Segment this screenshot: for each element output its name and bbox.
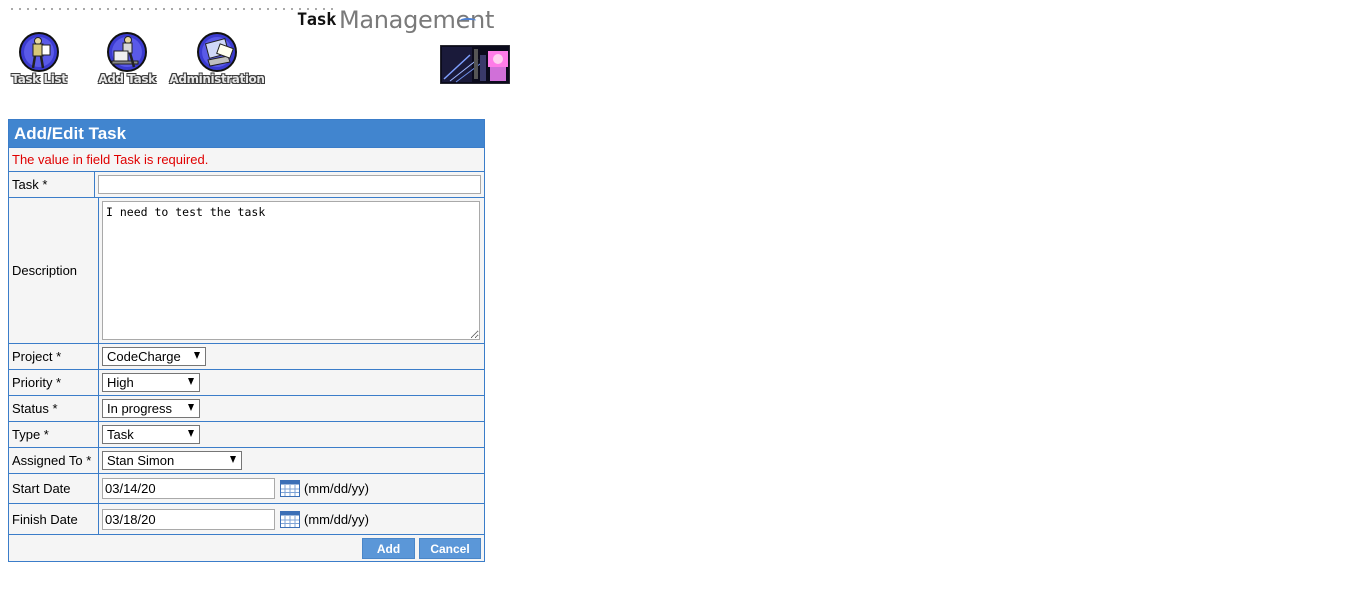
priority-selected: High bbox=[107, 375, 134, 390]
start-date-row: Start Date (mm/dd/yy) bbox=[9, 473, 484, 503]
start-date-input[interactable] bbox=[102, 478, 275, 499]
priority-select[interactable]: High bbox=[102, 373, 200, 392]
form-actions: Add Cancel bbox=[9, 534, 484, 561]
dropdown-arrow-icon bbox=[194, 352, 200, 359]
brand-logo: Task Management bbox=[297, 4, 494, 36]
project-select[interactable]: CodeCharge bbox=[102, 347, 206, 366]
task-input[interactable] bbox=[98, 175, 481, 194]
type-select[interactable]: Task bbox=[102, 425, 200, 444]
assigned-to-selected: Stan Simon bbox=[107, 453, 175, 468]
project-row: Project * CodeCharge bbox=[9, 343, 484, 369]
status-label: Status * bbox=[9, 396, 99, 421]
nav-add-task[interactable]: Add Task bbox=[96, 31, 158, 86]
add-edit-task-form: Add/Edit Task The value in field Task is… bbox=[8, 119, 485, 562]
description-row: Description I need to test the task bbox=[9, 197, 484, 343]
calendar-icon[interactable] bbox=[280, 480, 300, 497]
error-message: The value in field Task is required. bbox=[9, 147, 484, 171]
nav-task-list[interactable]: Task List bbox=[8, 31, 70, 86]
calendar-icon[interactable] bbox=[280, 510, 300, 528]
priority-label: Priority * bbox=[9, 370, 99, 395]
dotted-rule bbox=[8, 6, 338, 12]
task-label: Task * bbox=[9, 172, 95, 197]
person-with-list-icon bbox=[19, 32, 59, 72]
finish-date-label: Finish Date bbox=[9, 504, 99, 534]
finish-date-row: Finish Date (mm/dd/yy) bbox=[9, 503, 484, 534]
banner-image bbox=[440, 45, 510, 84]
dropdown-arrow-icon bbox=[188, 378, 194, 385]
brand-prefix: Task bbox=[297, 10, 336, 30]
priority-row: Priority * High bbox=[9, 369, 484, 395]
add-button[interactable]: Add bbox=[362, 537, 415, 559]
person-at-computer-icon bbox=[107, 32, 147, 72]
project-selected: CodeCharge bbox=[107, 349, 181, 364]
form-title: Add/Edit Task bbox=[9, 120, 484, 147]
status-select[interactable]: In progress bbox=[102, 399, 200, 418]
cancel-button[interactable]: Cancel bbox=[419, 537, 481, 559]
task-row: Task * bbox=[9, 171, 484, 197]
finish-date-format-hint: (mm/dd/yy) bbox=[304, 511, 369, 527]
type-label: Type * bbox=[9, 422, 99, 447]
assigned-to-row: Assigned To * Stan Simon bbox=[9, 447, 484, 473]
finish-date-input[interactable] bbox=[102, 508, 275, 530]
nav-label: Add Task bbox=[98, 72, 156, 86]
type-row: Type * Task bbox=[9, 421, 484, 447]
type-selected: Task bbox=[107, 427, 134, 442]
assigned-to-label: Assigned To * bbox=[9, 448, 99, 473]
admin-monitor-icon bbox=[197, 32, 237, 72]
status-selected: In progress bbox=[107, 401, 173, 416]
description-textarea[interactable]: I need to test the task bbox=[102, 201, 480, 340]
start-date-label: Start Date bbox=[9, 474, 99, 503]
dropdown-arrow-icon bbox=[230, 456, 236, 463]
dropdown-arrow-icon bbox=[188, 430, 194, 437]
nav-label: Administration bbox=[169, 72, 265, 86]
project-label: Project * bbox=[9, 344, 99, 369]
nav-administration[interactable]: Administration bbox=[169, 31, 265, 86]
start-date-format-hint: (mm/dd/yy) bbox=[304, 481, 369, 496]
dropdown-arrow-icon bbox=[188, 404, 194, 411]
assigned-to-select[interactable]: Stan Simon bbox=[102, 451, 242, 470]
description-label: Description bbox=[9, 198, 99, 343]
brand-wave-mark bbox=[460, 18, 477, 23]
nav-label: Task List bbox=[11, 72, 67, 86]
status-row: Status * In progress bbox=[9, 395, 484, 421]
